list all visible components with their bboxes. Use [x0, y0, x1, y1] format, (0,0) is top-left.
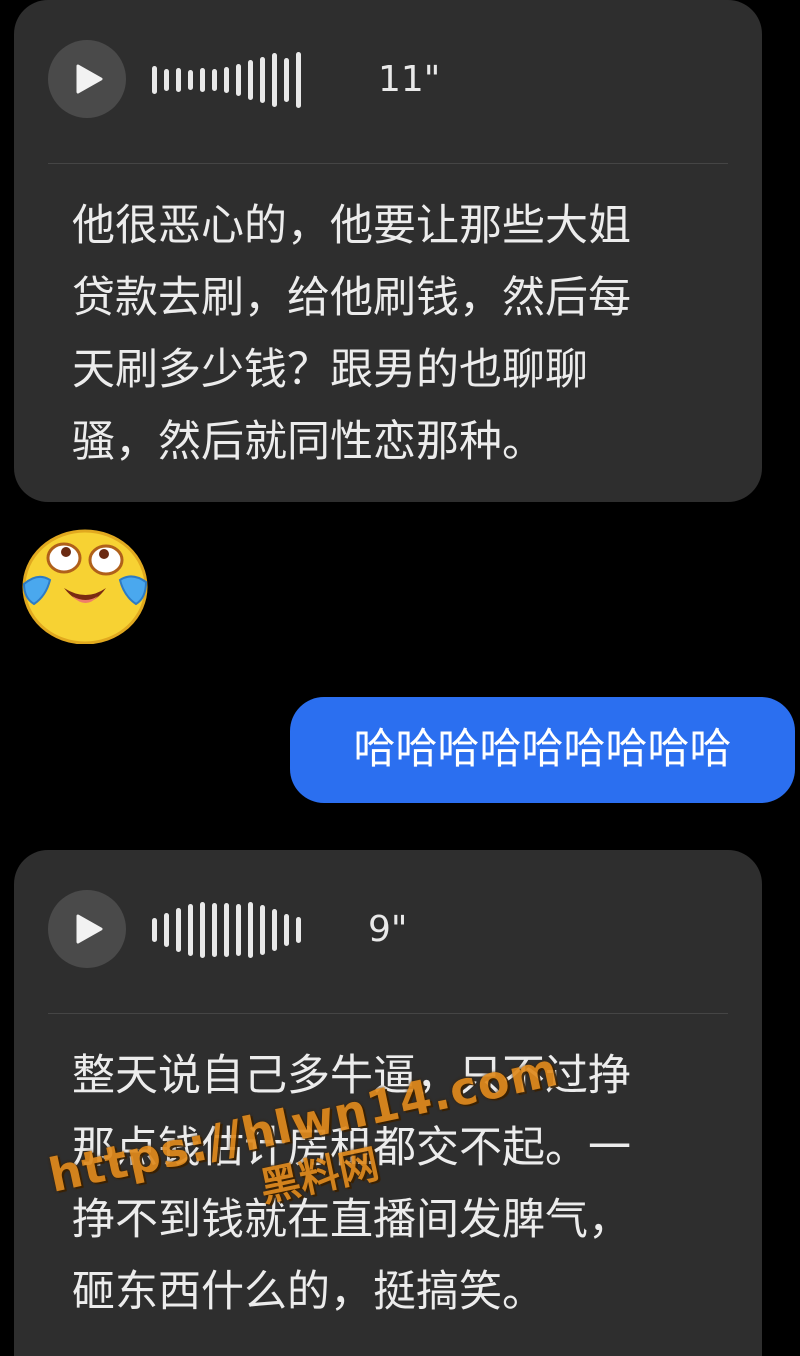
waveform-2 [152, 890, 308, 970]
play-button-1[interactable] [48, 40, 126, 118]
voice-duration-2: 9" [368, 909, 408, 950]
waveform-1 [152, 40, 308, 120]
outgoing-message-bubble[interactable]: 哈哈哈哈哈哈哈哈哈 [290, 697, 795, 803]
voice-message-bubble-2[interactable]: 9" 整天说自己多牛逼，只不过挣 那点钱估计房租都交不起。一 挣不到钱就在直播间… [14, 850, 762, 1356]
voice-player-2: 9" [14, 890, 762, 970]
play-icon [76, 64, 103, 94]
voice-message-bubble-1[interactable]: 11" 他很恶心的，他要让那些大姐 贷款去刷，给他刷钱，然后每 天刷多少钱？跟男… [14, 0, 762, 502]
play-icon [76, 914, 103, 944]
voice-player-1: 11" [14, 40, 762, 120]
voice-transcript-1: 他很恶心的，他要让那些大姐 贷款去刷，给他刷钱，然后每 天刷多少钱？跟男的也聊聊… [72, 201, 631, 467]
divider-2 [48, 1013, 728, 1014]
voice-duration-1: 11" [378, 59, 441, 100]
voice-transcript-2: 整天说自己多牛逼，只不过挣 那点钱估计房租都交不起。一 挣不到钱就在直播间发脾气… [72, 1051, 631, 1317]
crying-laughing-face-icon [22, 529, 148, 645]
sticker-message[interactable] [20, 524, 148, 645]
play-button-2[interactable] [48, 890, 126, 968]
divider-1 [48, 163, 728, 164]
outgoing-message-text: 哈哈哈哈哈哈哈哈哈 [353, 724, 732, 773]
